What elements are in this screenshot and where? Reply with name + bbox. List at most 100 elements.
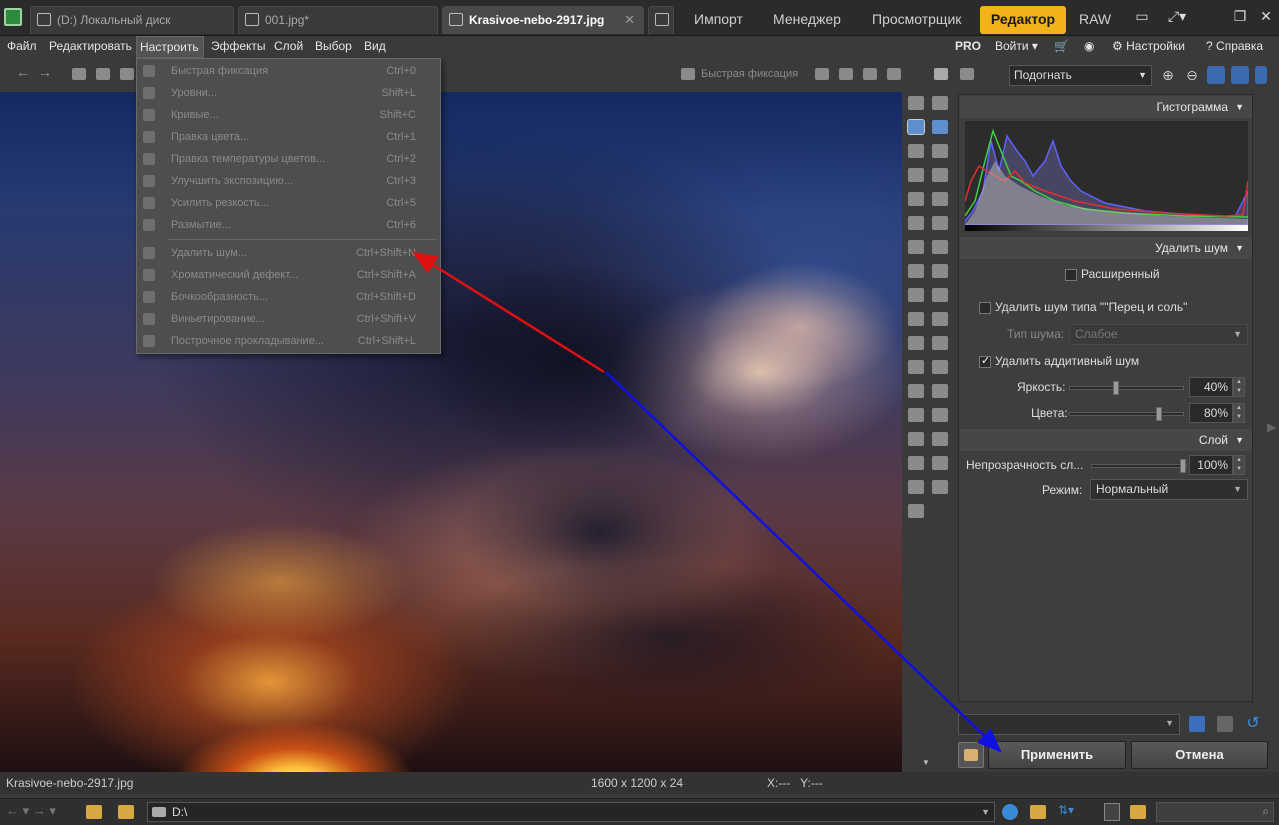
- apply-button[interactable]: Применить: [988, 741, 1126, 769]
- wand-icon[interactable]: [908, 384, 924, 398]
- rect-select-icon[interactable]: [932, 312, 948, 326]
- target-icon[interactable]: [908, 504, 924, 518]
- dropdown-item[interactable]: Виньетирование... Ctrl+Shift+V: [137, 308, 440, 330]
- heal-icon[interactable]: [932, 264, 948, 278]
- mode-viewer[interactable]: Просмотрщик: [872, 6, 961, 34]
- sort-icon[interactable]: ⇅▾: [1058, 803, 1074, 817]
- curves-icon[interactable]: [839, 68, 853, 80]
- path-combobox[interactable]: D:\ ▼: [147, 802, 995, 822]
- color-icon[interactable]: [863, 68, 877, 80]
- rss-icon[interactable]: ◉: [1084, 36, 1094, 58]
- tab-krasivoe-nebo[interactable]: Krasivoe-nebo-2917.jpg ✕: [442, 6, 644, 34]
- colors-input[interactable]: 80%: [1189, 403, 1233, 423]
- brightness-slider-thumb[interactable]: [1113, 381, 1119, 395]
- browse-folder-icon[interactable]: [1030, 805, 1046, 819]
- dropdown-item[interactable]: Правка температуры цветов... Ctrl+2: [137, 148, 440, 170]
- folder-icon[interactable]: [118, 805, 134, 819]
- dropdown-item[interactable]: Хроматический дефект... Ctrl+Shift+A: [137, 264, 440, 286]
- dropdown-item[interactable]: Усилить резкость... Ctrl+5: [137, 192, 440, 214]
- reset-icon[interactable]: ↺: [1245, 716, 1261, 732]
- opacity-spinner[interactable]: ▲ ▼: [1233, 455, 1245, 475]
- colors-slider[interactable]: [1069, 407, 1184, 421]
- dropdown-item[interactable]: Уровни... Shift+L: [137, 82, 440, 104]
- magnet-select-icon[interactable]: [932, 360, 948, 374]
- zoom-icon[interactable]: [932, 120, 948, 134]
- close-icon[interactable]: ✕: [1254, 6, 1278, 26]
- opacity-slider[interactable]: [1091, 459, 1187, 473]
- dropdown-item[interactable]: Быстрая фиксация Ctrl+0: [137, 60, 440, 82]
- menu-select[interactable]: Выбор: [312, 36, 355, 58]
- lightning-icon[interactable]: [908, 96, 924, 110]
- lasso-icon[interactable]: [908, 336, 924, 350]
- open-folder-icon[interactable]: [72, 68, 86, 80]
- dotted-select-icon[interactable]: [932, 408, 948, 422]
- mode-import[interactable]: Импорт: [694, 6, 743, 34]
- panel-collapse-icon[interactable]: ▶: [1267, 420, 1276, 434]
- refresh-icon[interactable]: [1002, 804, 1018, 820]
- advanced-checkbox[interactable]: [1065, 269, 1077, 281]
- salt-pepper-checkbox[interactable]: [979, 302, 991, 314]
- select-icon[interactable]: [907, 119, 925, 135]
- sun-icon[interactable]: [932, 480, 948, 494]
- fullscreen-icon[interactable]: ⤢▾: [1160, 6, 1194, 26]
- temperature-icon[interactable]: [887, 68, 901, 80]
- eye-icon[interactable]: [932, 216, 948, 230]
- colors-spinner[interactable]: ▲ ▼: [1233, 403, 1245, 423]
- menu-edit[interactable]: Редактировать: [46, 36, 135, 58]
- print-share-icon[interactable]: [960, 68, 974, 80]
- raw-jpg-icon[interactable]: [1104, 803, 1120, 821]
- dropdown-item[interactable]: Бочкообразность... Ctrl+Shift+D: [137, 286, 440, 308]
- line-icon[interactable]: [908, 456, 924, 470]
- brightness-spinner[interactable]: ▲ ▼: [1233, 377, 1245, 397]
- mode-raw[interactable]: RAW: [1079, 6, 1111, 34]
- save-preset-icon[interactable]: [1189, 716, 1205, 732]
- preview-toggle-icon[interactable]: [958, 742, 984, 768]
- fill-icon[interactable]: [908, 408, 924, 422]
- back-arrow-icon[interactable]: ←: [16, 64, 30, 80]
- monitor-icon[interactable]: ▭: [1130, 6, 1154, 26]
- chart-icon[interactable]: [932, 456, 948, 470]
- redeye-icon[interactable]: [932, 96, 948, 110]
- zoom-in-icon[interactable]: ⊕: [1159, 66, 1177, 84]
- stamp-icon[interactable]: [908, 240, 924, 254]
- tools-more-icon[interactable]: ▼: [922, 758, 930, 767]
- print-icon[interactable]: [120, 68, 134, 80]
- dropdown-item[interactable]: Правка цвета... Ctrl+1: [137, 126, 440, 148]
- clone-icon[interactable]: [932, 240, 948, 254]
- restore-icon[interactable]: ❐: [1228, 6, 1252, 26]
- search-input[interactable]: ⌕: [1156, 802, 1274, 822]
- blend-mode-select[interactable]: Нормальный ▼: [1090, 479, 1248, 500]
- vertical-fit-icon[interactable]: [1255, 66, 1267, 84]
- quick-fix-label[interactable]: Быстрая фиксация: [701, 68, 798, 80]
- menu-layer[interactable]: Слой: [271, 36, 306, 58]
- resize-icon[interactable]: [908, 216, 924, 230]
- levels-icon[interactable]: [815, 68, 829, 80]
- layer-header[interactable]: Слой ▼: [960, 429, 1252, 451]
- noise-header[interactable]: Удалить шум ▼: [960, 237, 1252, 259]
- forward-arrow-icon[interactable]: →: [38, 64, 52, 80]
- cart-icon[interactable]: 🛒: [1054, 36, 1069, 58]
- zoom-out-icon[interactable]: ⊖: [1183, 66, 1201, 84]
- menu-effects[interactable]: Эффекты: [208, 36, 269, 58]
- delete-preset-icon[interactable]: [1217, 716, 1233, 732]
- dropdown-item[interactable]: Улучшить экспозицию... Ctrl+3: [137, 170, 440, 192]
- pen-icon[interactable]: [932, 384, 948, 398]
- tab-001-jpg[interactable]: 001.jpg*: [238, 6, 438, 34]
- dropdown-item[interactable]: Кривые... Shift+C: [137, 104, 440, 126]
- additive-checkbox[interactable]: [979, 354, 991, 368]
- login-menu[interactable]: Войти ▾: [995, 36, 1038, 58]
- brightness-slider[interactable]: [1069, 381, 1184, 395]
- image-icon[interactable]: [934, 68, 948, 80]
- mode-manager[interactable]: Менеджер: [773, 6, 841, 34]
- brightness-input[interactable]: 40%: [1189, 377, 1233, 397]
- shape-icon[interactable]: [932, 432, 948, 446]
- fit-screen-icon[interactable]: [1231, 66, 1249, 84]
- dropdown-item[interactable]: Размытие... Ctrl+6: [137, 214, 440, 236]
- tab-local-disk[interactable]: (D:) Локальный диск: [30, 6, 234, 34]
- dropdown-item[interactable]: Построчное прокладывание... Ctrl+Shift+L: [137, 330, 440, 352]
- save-icon[interactable]: [96, 68, 110, 80]
- dropdown-item[interactable]: Удалить шум... Ctrl+Shift+N: [137, 242, 440, 264]
- level-icon[interactable]: [908, 192, 924, 206]
- folder-up-icon[interactable]: [86, 805, 102, 819]
- magic-icon[interactable]: [908, 264, 924, 278]
